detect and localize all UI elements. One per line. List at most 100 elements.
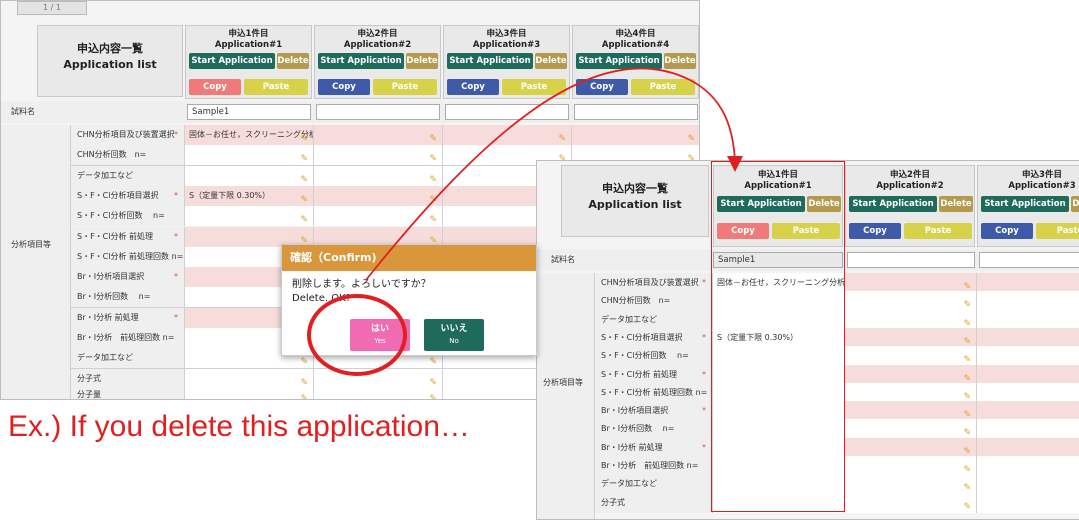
start-application-button[interactable]: Start Application — [981, 196, 1069, 212]
table-cell[interactable] — [713, 382, 845, 403]
table-cell[interactable]: ✎ — [977, 456, 1079, 476]
delete-button[interactable]: Delete — [406, 53, 438, 69]
table-cell[interactable] — [713, 346, 845, 367]
table-cell[interactable] — [713, 456, 845, 476]
pencil-icon[interactable]: ✎ — [429, 149, 437, 165]
pencil-icon[interactable]: ✎ — [429, 190, 437, 206]
table-cell[interactable]: ✎ — [977, 474, 1079, 495]
copy-button[interactable]: Copy — [981, 223, 1033, 239]
table-cell[interactable]: ✎ — [977, 437, 1079, 458]
sample-name-input[interactable] — [574, 104, 698, 120]
table-cell[interactable] — [713, 493, 845, 513]
table-cell[interactable]: 固体－お任せ，スクリーニング分析 — [713, 273, 845, 293]
table-cell[interactable]: ✎ — [977, 273, 1079, 293]
pencil-icon[interactable]: ✎ — [300, 190, 308, 206]
table-cell[interactable]: ✎ — [443, 125, 572, 145]
table-cell[interactable]: ✎ — [977, 493, 1079, 513]
table-cell[interactable] — [713, 401, 845, 422]
table-cell[interactable]: ✎ — [314, 206, 443, 227]
table-cell[interactable]: S（定量下限 0.30%） ✎ — [185, 185, 314, 206]
table-cell[interactable]: ✎ — [845, 364, 977, 385]
table-cell[interactable] — [713, 364, 845, 385]
table-cell[interactable]: ✎ — [977, 419, 1079, 440]
table-cell[interactable]: ✎ — [845, 437, 977, 458]
table-cell[interactable]: ✎ — [977, 327, 1079, 348]
paste-button[interactable]: Paste — [502, 79, 566, 95]
start-application-button[interactable]: Start Application — [318, 53, 404, 69]
copy-button[interactable]: Copy — [849, 223, 901, 239]
table-cell[interactable]: ✎ — [977, 364, 1079, 385]
delete-button[interactable]: Delete — [1071, 196, 1079, 212]
table-cell[interactable]: S（定量下限 0.30%） — [713, 327, 845, 348]
yes-button[interactable]: はい Yes — [350, 319, 410, 351]
table-cell[interactable]: ✎ — [185, 206, 314, 227]
pencil-icon[interactable]: ✎ — [300, 129, 308, 145]
pencil-icon[interactable]: ✎ — [300, 389, 308, 399]
table-cell[interactable]: ✎ — [845, 401, 977, 422]
table-cell[interactable]: ✎ — [845, 474, 977, 495]
pencil-icon[interactable]: ✎ — [558, 129, 566, 145]
table-cell[interactable]: ✎ — [185, 145, 314, 166]
pencil-icon[interactable]: ✎ — [687, 129, 695, 145]
start-application-button[interactable]: Start Application — [576, 53, 662, 69]
table-cell[interactable]: ✎ — [845, 456, 977, 476]
start-application-button[interactable]: Start Application — [717, 196, 805, 212]
table-cell[interactable]: ✎ — [845, 346, 977, 367]
table-cell[interactable]: ✎ — [314, 385, 443, 399]
paste-button[interactable]: Paste — [631, 79, 695, 95]
table-cell[interactable] — [713, 419, 845, 440]
delete-button[interactable]: Delete — [277, 53, 309, 69]
paste-button[interactable]: Paste — [244, 79, 308, 95]
copy-button[interactable]: Copy — [717, 223, 769, 239]
pencil-icon[interactable]: ✎ — [429, 210, 437, 226]
delete-button[interactable]: Delete — [807, 196, 841, 212]
table-cell[interactable] — [713, 291, 845, 312]
no-button[interactable]: いいえ No — [424, 319, 484, 351]
delete-button[interactable]: Delete — [939, 196, 973, 212]
table-cell[interactable]: ✎ — [314, 125, 443, 145]
table-cell[interactable]: ✎ — [185, 165, 314, 186]
sample-name-input[interactable]: Sample1 — [713, 252, 843, 268]
pencil-icon[interactable]: ✎ — [429, 129, 437, 145]
table-cell[interactable]: ✎ — [845, 291, 977, 312]
sample-name-input[interactable] — [445, 104, 569, 120]
table-cell[interactable]: ✎ — [572, 125, 699, 145]
sample-name-input[interactable] — [316, 104, 440, 120]
pencil-icon[interactable]: ✎ — [300, 170, 308, 186]
table-cell[interactable]: ✎ — [845, 327, 977, 348]
pagination[interactable]: 1 / 1 — [17, 1, 87, 15]
table-cell[interactable]: ✎ — [845, 309, 977, 330]
delete-button[interactable]: Delete — [664, 53, 696, 69]
copy-button[interactable]: Copy — [576, 79, 628, 95]
pencil-icon[interactable]: ✎ — [300, 210, 308, 226]
table-cell[interactable]: ✎ — [977, 346, 1079, 367]
copy-button[interactable]: Copy — [318, 79, 370, 95]
table-cell[interactable] — [713, 437, 845, 458]
copy-button[interactable]: Copy — [447, 79, 499, 95]
copy-button[interactable]: Copy — [189, 79, 241, 95]
pencil-icon[interactable]: ✎ — [429, 389, 437, 399]
paste-button[interactable]: Paste — [1036, 223, 1079, 239]
table-cell[interactable]: ✎ — [845, 419, 977, 440]
paste-button[interactable]: Paste — [904, 223, 972, 239]
paste-button[interactable]: Paste — [373, 79, 437, 95]
table-cell[interactable]: ✎ — [977, 309, 1079, 330]
table-cell[interactable]: ✎ — [314, 165, 443, 186]
paste-button[interactable]: Paste — [772, 223, 840, 239]
sample-name-input[interactable] — [979, 252, 1079, 268]
pencil-icon[interactable]: ✎ — [963, 478, 971, 494]
table-cell[interactable]: ✎ — [314, 145, 443, 166]
table-cell[interactable]: ✎ — [845, 493, 977, 513]
table-cell[interactable]: 固体－お任せ，スクリーニング分析 ✎ — [185, 125, 314, 145]
start-application-button[interactable]: Start Application — [849, 196, 937, 212]
pencil-icon[interactable]: ✎ — [300, 149, 308, 165]
table-cell[interactable]: ✎ — [977, 382, 1079, 403]
pencil-icon[interactable]: ✎ — [429, 170, 437, 186]
table-cell[interactable]: ✎ — [185, 385, 314, 399]
pencil-icon[interactable]: ✎ — [963, 497, 971, 513]
delete-button[interactable]: Delete — [535, 53, 567, 69]
table-cell[interactable] — [713, 309, 845, 330]
table-cell[interactable]: ✎ — [314, 185, 443, 206]
table-cell[interactable]: ✎ — [977, 401, 1079, 422]
start-application-button[interactable]: Start Application — [189, 53, 275, 69]
